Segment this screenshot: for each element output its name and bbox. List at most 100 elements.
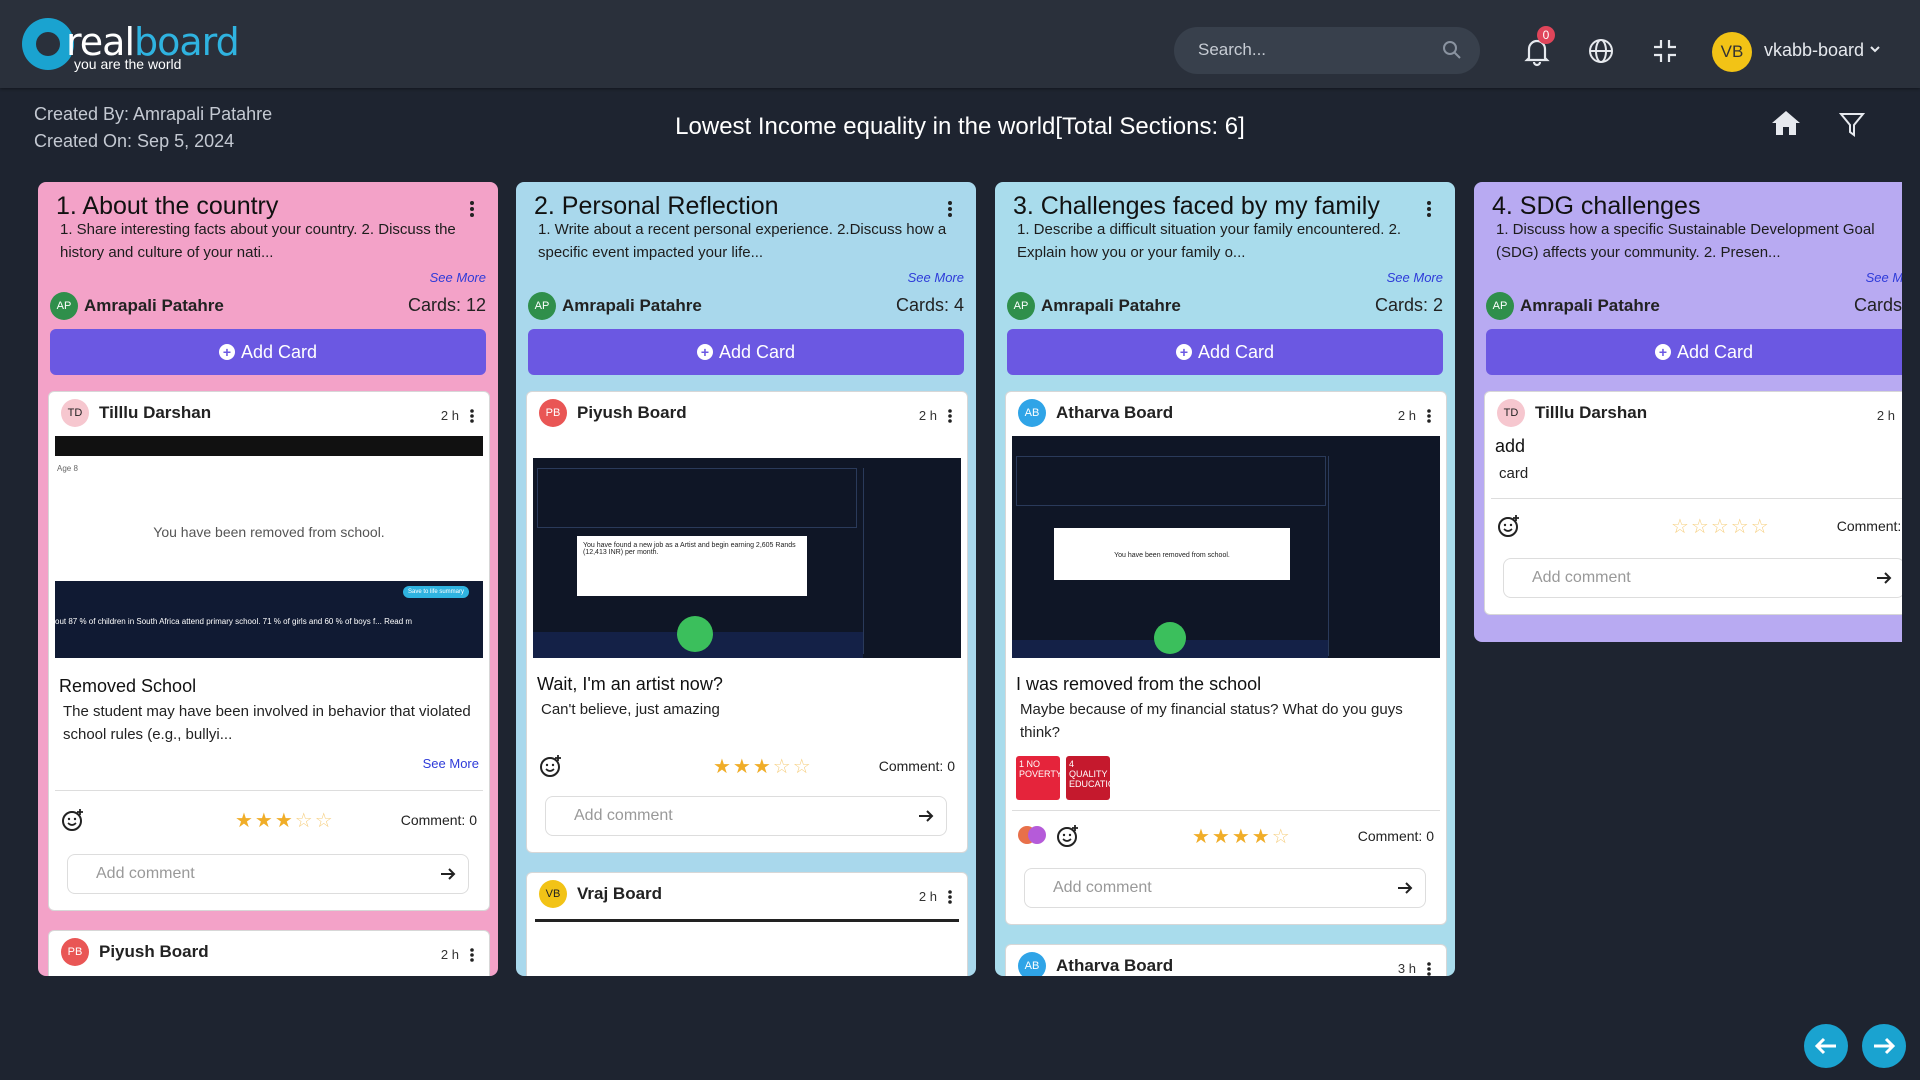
card-image-edge — [535, 919, 959, 922]
home-icon[interactable] — [1770, 107, 1802, 139]
sdg-no-poverty-badge[interactable]: 1 NO POVERTY — [1016, 756, 1062, 800]
post-card[interactable]: PB Piyush Board 2 h You have found a new… — [526, 391, 968, 853]
card-menu-icon[interactable] — [1426, 408, 1432, 424]
card-menu-icon[interactable] — [1426, 961, 1432, 976]
add-card-button[interactable]: + Add Card — [1007, 329, 1443, 375]
comment-placeholder: Add comment — [574, 807, 673, 824]
user-avatar[interactable]: VB — [1712, 32, 1752, 72]
search-input[interactable]: Search... — [1174, 27, 1480, 74]
section-see-more-link[interactable]: See More — [1387, 270, 1443, 285]
section-heading: 1. About the country — [56, 192, 279, 220]
author-name: Atharva Board — [1056, 956, 1174, 975]
cards-count: Cards: 1 — [1853, 295, 1902, 315]
comment-input[interactable]: Add comment — [67, 854, 469, 894]
card-body: Can't believe, just amazing — [541, 701, 720, 718]
send-arrow-icon[interactable] — [1876, 571, 1892, 585]
post-card[interactable]: AB Atharva Board 3 h — [1005, 944, 1447, 976]
stars-empty: ☆☆ — [294, 810, 335, 832]
comment-input[interactable]: Add comment — [545, 796, 947, 836]
send-arrow-icon[interactable] — [918, 809, 934, 823]
section-description: 1. Write about a recent personal experie… — [538, 221, 947, 261]
card-image[interactable]: You have found a new job as a Artist and… — [533, 436, 961, 658]
card-menu-icon[interactable] — [469, 408, 475, 424]
post-time: 2 h — [918, 408, 937, 423]
cards-count: Cards: 12 — [407, 295, 486, 315]
search-icon[interactable] — [1442, 40, 1462, 60]
comment-input[interactable]: Add comment — [1503, 558, 1902, 598]
filter-icon[interactable] — [1838, 110, 1866, 138]
send-arrow-icon[interactable] — [1397, 881, 1413, 895]
reaction-emojis[interactable] — [1018, 824, 1050, 846]
post-time: 2 h — [440, 408, 459, 423]
collapse-fullscreen-icon[interactable] — [1648, 34, 1682, 68]
owner-avatar: AP — [1486, 292, 1514, 320]
section-menu-icon[interactable] — [1425, 199, 1433, 219]
cards-count: Cards: 4 — [895, 295, 964, 315]
add-reaction-icon[interactable] — [1056, 824, 1080, 848]
owner-avatar: AP — [528, 292, 556, 320]
notification-count-badge: 0 — [1537, 26, 1555, 44]
add-card-button[interactable]: + Add Card — [528, 329, 964, 375]
add-card-label: Add Card — [1676, 342, 1754, 362]
comment-input[interactable]: Add comment — [1024, 868, 1426, 908]
post-card[interactable]: TD Tilllu Darshan 2 h Age 8 You have bee… — [48, 391, 490, 911]
section-heading: 4. SDG challenges — [1492, 192, 1701, 220]
logo-tagline: you are the world — [74, 56, 182, 72]
star-rating[interactable]: ★★★★☆ — [1192, 824, 1292, 849]
plus-icon: + — [696, 344, 713, 360]
comment-count: Comment: 0 — [1357, 828, 1434, 844]
card-see-more-link[interactable]: See More — [423, 756, 479, 771]
chevron-down-icon[interactable] — [1868, 42, 1882, 56]
username-label[interactable]: vkabb-board — [1764, 40, 1864, 61]
section-menu-icon[interactable] — [946, 199, 954, 219]
post-card[interactable]: AB Atharva Board 2 h You have been remov… — [1005, 391, 1447, 925]
post-card[interactable]: VB Vraj Board 2 h — [526, 872, 968, 976]
image-age-label: Age 8 — [57, 464, 78, 473]
image-footer-text: out 87 % of children in South Africa att… — [55, 617, 413, 626]
add-card-label: Add Card — [240, 342, 318, 362]
author-avatar: TD — [61, 399, 89, 427]
card-menu-icon[interactable] — [947, 889, 953, 905]
stars-empty: ☆☆ — [772, 756, 813, 778]
app-logo[interactable]: realboard you are the world — [22, 16, 240, 74]
board-title: Lowest Income equality in the world[Tota… — [675, 113, 1245, 140]
add-card-button[interactable]: + Add Card — [50, 329, 486, 375]
post-time: 2 h — [1876, 408, 1895, 423]
card-title: Removed School — [59, 676, 197, 696]
post-card[interactable]: PB Piyush Board 2 h — [48, 930, 490, 976]
section-column-3: 3. Challenges faced by my family 1. Desc… — [995, 182, 1455, 976]
image-next-event-button — [1154, 622, 1186, 654]
stars-filled: ★★★ — [713, 756, 773, 778]
star-rating[interactable]: ★★★☆☆ — [235, 808, 335, 833]
scroll-left-button[interactable] — [1804, 1024, 1848, 1068]
section-see-more-link[interactable]: See More — [908, 270, 964, 285]
card-divider — [1012, 810, 1440, 811]
add-reaction-icon[interactable] — [539, 754, 563, 778]
section-column-4-viewport: 4. SDG challenges 1. Discuss how a speci… — [1474, 182, 1902, 642]
author-avatar: VB — [539, 880, 567, 908]
card-image[interactable]: You have been removed from school. — [1012, 436, 1440, 658]
add-reaction-icon[interactable] — [1497, 514, 1521, 538]
add-card-button[interactable]: + Add Card — [1486, 329, 1902, 375]
star-rating[interactable]: ☆☆☆☆☆ — [1671, 514, 1771, 539]
image-message: You have found a new job as a Artist and… — [577, 536, 807, 596]
send-arrow-icon[interactable] — [440, 867, 456, 881]
card-image[interactable]: Age 8 You have been removed from school.… — [55, 436, 483, 658]
section-see-more-link[interactable]: See More — [1866, 270, 1902, 285]
section-description: 1. Discuss how a specific Sustainable De… — [1496, 221, 1875, 261]
add-reaction-icon[interactable] — [61, 808, 85, 832]
scroll-right-button[interactable] — [1862, 1024, 1906, 1068]
image-topbar — [55, 436, 483, 456]
arrow-right-icon — [1874, 1037, 1896, 1055]
section-see-more-link[interactable]: See More — [430, 270, 486, 285]
star-rating[interactable]: ★★★☆☆ — [713, 754, 813, 779]
image-side-panel — [863, 468, 957, 654]
image-next-event-button — [677, 616, 713, 652]
arrow-left-icon — [1814, 1037, 1836, 1055]
card-menu-icon[interactable] — [469, 947, 475, 963]
section-menu-icon[interactable] — [468, 199, 476, 219]
sdg-quality-education-badge[interactable]: 4 QUALITY EDUCATION — [1066, 756, 1121, 800]
globe-icon[interactable] — [1584, 34, 1618, 68]
card-menu-icon[interactable] — [947, 408, 953, 424]
post-card[interactable]: TD Tilllu Darshan 2 h add card ☆☆☆☆☆ Com… — [1484, 391, 1902, 615]
